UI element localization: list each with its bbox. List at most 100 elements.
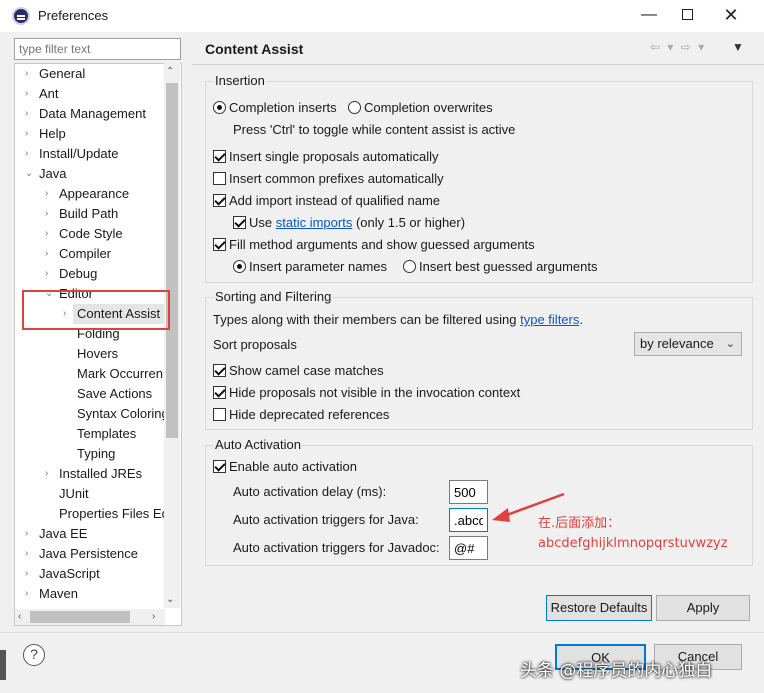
chevron-right-icon[interactable]: › (25, 104, 28, 124)
chevron-down-icon[interactable]: ⌄ (25, 164, 33, 184)
tree-item-label: JavaScript (39, 566, 100, 581)
filter-input[interactable] (14, 38, 181, 60)
insert-parameter-names-radio[interactable]: Insert parameter names (233, 259, 387, 274)
insert-common-checkbox[interactable]: Insert common prefixes automatically (213, 171, 444, 186)
tree-item[interactable]: Save Actions (15, 384, 165, 404)
radio-selected-icon (213, 101, 226, 114)
maximize-button[interactable] (672, 4, 702, 28)
java-triggers-input[interactable] (449, 508, 488, 532)
tree-item-label: Hovers (77, 346, 119, 361)
sort-proposals-select[interactable]: by relevance ⌄ (634, 332, 742, 356)
camel-case-checkbox[interactable]: Show camel case matches (213, 363, 384, 378)
tree-item[interactable]: › Maven (15, 584, 165, 604)
tree-vertical-scroll-thumb[interactable] (166, 83, 178, 438)
insert-single-checkbox[interactable]: Insert single proposals automatically (213, 149, 439, 164)
view-menu-icon[interactable]: ▼ (732, 40, 744, 54)
static-imports-link[interactable]: static imports (276, 215, 353, 230)
scroll-left-icon[interactable]: ‹ (18, 611, 21, 622)
checkbox-checked-icon (213, 194, 226, 207)
apply-button[interactable]: Apply (656, 595, 750, 621)
preferences-tree[interactable]: › General › Ant › Data Management › Help › Instal… (14, 63, 182, 626)
type-filters-link[interactable]: type filters (520, 312, 579, 327)
tree-item[interactable]: › Debug (15, 264, 165, 284)
tree-item[interactable]: Properties Files Ed (15, 504, 169, 524)
tree-item-label: Installed JREs (59, 466, 143, 481)
back-forward-nav-icon[interactable]: ⇦ ▾ ⇨ ▾ (650, 40, 706, 54)
tree-item-label: Appearance (59, 186, 130, 201)
tree-item-label: Data Management (39, 106, 146, 121)
chevron-right-icon[interactable]: › (45, 184, 48, 204)
close-button[interactable]: ✕ (716, 4, 746, 28)
tree-item[interactable]: › Data Management (15, 104, 165, 124)
tree-item-label: Mark Occurren (77, 366, 163, 381)
checkbox-checked-icon (213, 238, 226, 251)
chevron-right-icon[interactable]: › (45, 264, 48, 284)
tree-item[interactable]: › Build Path (15, 204, 165, 224)
tree-item[interactable]: › Java EE (15, 524, 165, 544)
completion-overwrites-radio[interactable]: Completion overwrites (348, 100, 493, 115)
tree-item-label: Save Actions (77, 386, 153, 401)
scroll-down-icon[interactable]: ⌄ (166, 594, 174, 605)
chevron-right-icon[interactable]: › (25, 544, 28, 564)
use-static-imports-checkbox[interactable]: Use static imports (only 1.5 or higher) (233, 215, 465, 230)
javadoc-triggers-input[interactable] (449, 536, 488, 560)
title-bar: Preferences — ✕ (0, 0, 764, 32)
checkbox-checked-icon (213, 386, 226, 399)
tree-item-label: Templates (77, 426, 137, 441)
tree-item[interactable]: ⌄ Java (15, 164, 165, 184)
chevron-right-icon[interactable]: › (25, 64, 28, 84)
chevron-right-icon[interactable]: › (25, 144, 28, 164)
tree-item[interactable]: Templates (15, 424, 165, 444)
window-title: Preferences (38, 8, 109, 23)
chevron-right-icon[interactable]: › (45, 464, 48, 484)
chevron-right-icon[interactable]: › (25, 124, 28, 144)
hide-deprecated-checkbox[interactable]: Hide deprecated references (213, 407, 389, 422)
hide-not-visible-checkbox[interactable]: Hide proposals not visible in the invoca… (213, 385, 520, 400)
chevron-right-icon[interactable]: › (25, 584, 28, 604)
chevron-right-icon[interactable]: › (45, 244, 48, 264)
tree-item[interactable]: Typing (15, 444, 165, 464)
tree-item[interactable]: › Code Style (15, 224, 165, 244)
radio-icon (403, 260, 416, 273)
add-import-checkbox[interactable]: Add import instead of qualified name (213, 193, 440, 208)
chevron-down-icon: ⌄ (725, 338, 735, 350)
chevron-right-icon[interactable]: › (45, 224, 48, 244)
completion-inserts-radio[interactable]: Completion inserts (213, 100, 337, 115)
chevron-right-icon[interactable]: › (25, 564, 28, 584)
tree-item[interactable]: › JavaScript (15, 564, 165, 584)
footer-divider (0, 632, 764, 633)
minimize-button[interactable]: — (634, 4, 664, 28)
insertion-group-label: Insertion (214, 73, 266, 88)
tree-item[interactable]: › Java Persistence (15, 544, 165, 564)
insert-best-guessed-radio[interactable]: Insert best guessed arguments (403, 259, 598, 274)
restore-defaults-button[interactable]: Restore Defaults (546, 595, 652, 621)
tree-item[interactable]: › Install/Update (15, 144, 165, 164)
tree-item[interactable]: › Ant (15, 84, 165, 104)
help-icon[interactable]: ? (23, 644, 45, 666)
radio-icon (348, 101, 361, 114)
tree-item[interactable]: › Installed JREs (15, 464, 165, 484)
scroll-up-icon[interactable]: ⌃ (166, 66, 174, 77)
tree-item[interactable]: › General (15, 64, 165, 84)
chevron-right-icon[interactable]: › (25, 84, 28, 104)
ctrl-toggle-hint: Press 'Ctrl' to toggle while content ass… (233, 122, 516, 137)
tree-item[interactable]: › Compiler (15, 244, 165, 264)
tree-item[interactable]: JUnit (15, 484, 165, 504)
radio-selected-icon (233, 260, 246, 273)
tree-item[interactable]: Mark Occurren (15, 364, 165, 384)
tree-item[interactable]: › Appearance (15, 184, 165, 204)
tree-item-label: General (39, 66, 86, 81)
fill-method-args-checkbox[interactable]: Fill method arguments and show guessed a… (213, 237, 535, 252)
tree-item[interactable]: Hovers (15, 344, 165, 364)
enable-auto-activation-checkbox[interactable]: Enable auto activation (213, 459, 357, 474)
window-edge (0, 650, 6, 680)
tree-item[interactable]: Syntax Coloring (15, 404, 169, 424)
auto-delay-input[interactable] (449, 480, 488, 504)
checkbox-checked-icon (233, 216, 246, 229)
chevron-right-icon[interactable]: › (45, 204, 48, 224)
tree-horizontal-scroll-thumb[interactable] (30, 611, 130, 623)
tree-item[interactable]: › Help (15, 124, 165, 144)
tree-item-label: JUnit (59, 486, 89, 501)
scroll-right-icon[interactable]: › (152, 611, 155, 622)
chevron-right-icon[interactable]: › (25, 524, 28, 544)
